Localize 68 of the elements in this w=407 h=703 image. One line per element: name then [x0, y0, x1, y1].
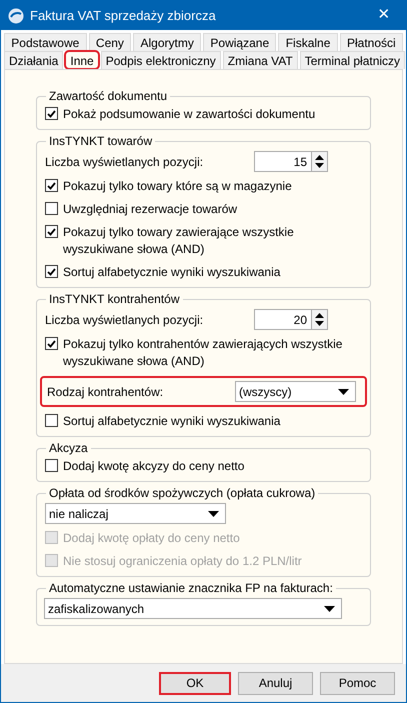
group-title: InsTYNKT kontrahentów	[48, 292, 181, 306]
dialog-button[interactable]: OK	[159, 672, 231, 694]
dropdown-value: zafiskalizowanych	[48, 600, 144, 618]
tab[interactable]: Ceny	[88, 33, 132, 51]
group-title: InsTYNKT towarów	[48, 134, 154, 148]
spin-down-icon	[315, 162, 324, 168]
tab[interactable]: Działania	[4, 51, 64, 69]
checkmark-icon	[47, 228, 56, 236]
spin-up-icon	[315, 313, 324, 318]
checkmark-icon	[47, 110, 56, 118]
dropdown[interactable]: nie naliczaj	[45, 503, 226, 524]
number-value: 15	[294, 154, 307, 170]
dropdown-arrow-icon	[338, 388, 349, 394]
tab[interactable]: Algorytmy	[133, 33, 202, 51]
app-logo-icon	[8, 8, 24, 24]
checkbox-label: Dodaj kwotę opłaty do ceny netto	[63, 530, 240, 547]
group-title: Akcyza	[48, 441, 89, 455]
checkmark-icon	[47, 182, 56, 190]
spin-up-icon	[315, 155, 324, 160]
dropdown[interactable]: (wszyscy)	[235, 381, 356, 402]
checkbox-label: Sortuj alfabetycznie wyniki wyszukiwania	[63, 413, 280, 430]
field-label: Liczba wyświetlanych pozycji:	[45, 154, 204, 170]
dropdown-value: nie naliczaj	[49, 506, 108, 522]
tab[interactable]: Podpis elektroniczny	[100, 51, 221, 69]
dropdown-value: (wszyscy)	[239, 384, 292, 400]
checkbox[interactable]	[45, 225, 58, 238]
checkbox[interactable]	[45, 414, 58, 427]
dialog-button[interactable]: Pomoc	[320, 672, 395, 694]
window-title: Faktura VAT sprzedaży zbiorcza	[30, 6, 217, 25]
field-label: Rodzaj kontrahentów:	[47, 384, 164, 400]
group-title: Zawartość dokumentu	[48, 89, 168, 103]
tab[interactable]: Płatności	[340, 33, 403, 51]
number-field[interactable]: 15	[254, 151, 312, 172]
number-value: 20	[294, 312, 307, 328]
tab[interactable]: Podstawowe	[4, 33, 87, 51]
spin-down-icon	[315, 320, 324, 326]
checkbox[interactable]	[45, 265, 58, 278]
checkbox-label: Pokazuj tylko kontrahentów zawierających wszystkie wyszukiwane słowa (AND)	[63, 336, 344, 370]
spin-buttons[interactable]	[312, 309, 328, 330]
group-title: Opłata od środków spożywczych (opłata cukrowa)	[48, 486, 316, 500]
checkbox[interactable]	[45, 202, 58, 215]
checkmark-icon	[47, 340, 56, 348]
checkmark-icon	[47, 268, 56, 276]
checkbox-label: Pokazuj tylko towary zawierające wszystkie wyszukiwane słowa (AND)	[63, 224, 295, 258]
close-button[interactable]: ✕	[369, 4, 399, 27]
dropdown-arrow-icon	[324, 606, 335, 612]
checkbox-label: Uwzględniaj rezerwacje towarów	[63, 201, 238, 218]
field-label: Liczba wyświetlanych pozycji:	[45, 312, 204, 328]
checkbox-label: Dodaj kwotę akcyzy do ceny netto	[63, 458, 244, 475]
tab[interactable]: Inne	[65, 51, 99, 69]
dropdown[interactable]: zafiskalizowanych	[44, 598, 342, 619]
dropdown-arrow-icon	[208, 510, 219, 516]
checkbox[interactable]	[45, 337, 58, 350]
checkbox[interactable]	[45, 107, 58, 120]
checkbox[interactable]	[45, 459, 58, 472]
tab[interactable]: Zmiana VAT	[222, 51, 298, 69]
checkbox-label: Nie stosuj ograniczenia opłaty do 1.2 PLN/litr	[63, 553, 302, 570]
checkbox-label: Pokazuj tylko towary które są w magazynie	[63, 178, 292, 195]
spin-buttons[interactable]	[312, 151, 328, 172]
checkbox[interactable]	[45, 179, 58, 192]
tab[interactable]: Terminal płatniczy	[300, 51, 406, 69]
number-field[interactable]: 20	[254, 309, 312, 330]
checkbox-label: Pokaż podsumowanie w zawartości dokumentu	[63, 106, 316, 123]
dialog-button[interactable]: Anuluj	[238, 672, 313, 694]
checkbox-label: Sortuj alfabetycznie wyniki wyszukiwania	[63, 264, 280, 281]
tab[interactable]: Powiązane	[203, 33, 276, 51]
tab[interactable]: Fiskalne	[278, 33, 338, 51]
group-title: Automatyczne ustawianie znacznika FP na fakturach:	[48, 581, 334, 595]
